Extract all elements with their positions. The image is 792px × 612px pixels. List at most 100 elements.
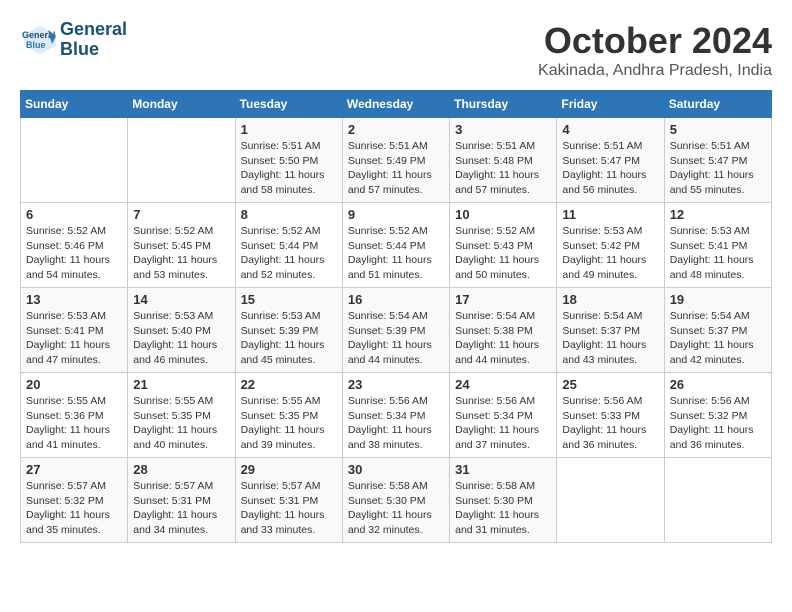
calendar-cell: 28 Sunrise: 5:57 AMSunset: 5:31 PMDayligh…	[128, 458, 235, 543]
calendar-week-row: 1Sunrise: 5:51 AMSunset: 5:50 PMDaylight…	[21, 118, 772, 203]
calendar-cell: 26 Sunrise: 5:56 AMSunset: 5:32 PMDayligh…	[664, 373, 771, 458]
day-info: Sunrise: 5:51 AMSunset: 5:48 PMDaylight:…	[455, 139, 551, 198]
calendar-cell: 24 Sunrise: 5:56 AMSunset: 5:34 PMDayligh…	[450, 373, 557, 458]
day-info: Sunrise: 5:52 AMSunset: 5:44 PMDaylight:…	[241, 224, 337, 283]
calendar-cell: 27 Sunrise: 5:57 AMSunset: 5:32 PMDayligh…	[21, 458, 128, 543]
calendar-cell: 5Sunrise: 5:51 AMSunset: 5:47 PMDaylight…	[664, 118, 771, 203]
day-info: Sunrise: 5:56 AMSunset: 5:34 PMDaylight:…	[455, 394, 551, 453]
day-info: Sunrise: 5:52 AMSunset: 5:44 PMDaylight:…	[348, 224, 444, 283]
calendar-cell: 29 Sunrise: 5:57 AMSunset: 5:31 PMDayligh…	[235, 458, 342, 543]
calendar-cell: 4 Sunrise: 5:51 AMSunset: 5:47 PMDaylight…	[557, 118, 664, 203]
day-info: Sunrise: 5:56 AMSunset: 5:32 PMDaylight:…	[670, 394, 766, 453]
calendar-cell: 13Sunrise: 5:53 AMSunset: 5:41 PMDayligh…	[21, 288, 128, 373]
calendar-table: SundayMondayTuesdayWednesdayThursdayFrid…	[20, 90, 772, 543]
calendar-header-cell: Saturday	[664, 91, 771, 118]
day-number: 23	[348, 377, 444, 392]
day-number: 3	[455, 122, 551, 137]
day-number: 28	[133, 462, 229, 477]
calendar-cell: 31Sunrise: 5:58 AMSunset: 5:30 PMDayligh…	[450, 458, 557, 543]
calendar-header-cell: Friday	[557, 91, 664, 118]
calendar-cell: 30Sunrise: 5:58 AMSunset: 5:30 PMDayligh…	[342, 458, 449, 543]
day-number: 4	[562, 122, 658, 137]
calendar-cell: 21 Sunrise: 5:55 AMSunset: 5:35 PMDayligh…	[128, 373, 235, 458]
calendar-cell: 11 Sunrise: 5:53 AMSunset: 5:42 PMDayligh…	[557, 203, 664, 288]
day-info: Sunrise: 5:54 AMSunset: 5:38 PMDaylight:…	[455, 309, 551, 368]
day-info: Sunrise: 5:53 AMSunset: 5:42 PMDaylight:…	[562, 224, 658, 283]
day-info: Sunrise: 5:55 AMSunset: 5:35 PMDaylight:…	[241, 394, 337, 453]
day-number: 21	[133, 377, 229, 392]
month-title: October 2024	[538, 20, 772, 62]
title-area: October 2024 Kakinada, Andhra Pradesh, I…	[538, 20, 772, 80]
calendar-cell	[664, 458, 771, 543]
day-number: 22	[241, 377, 337, 392]
day-info: Sunrise: 5:51 AMSunset: 5:49 PMDaylight:…	[348, 139, 444, 198]
logo-text: General Blue	[60, 20, 127, 60]
calendar-cell: 9 Sunrise: 5:52 AMSunset: 5:44 PMDaylight…	[342, 203, 449, 288]
day-number: 15	[241, 292, 337, 307]
calendar-cell: 6 Sunrise: 5:52 AMSunset: 5:46 PMDaylight…	[21, 203, 128, 288]
calendar-header-cell: Wednesday	[342, 91, 449, 118]
day-number: 7	[133, 207, 229, 222]
day-info: Sunrise: 5:57 AMSunset: 5:31 PMDaylight:…	[133, 479, 229, 538]
day-info: Sunrise: 5:57 AMSunset: 5:32 PMDaylight:…	[26, 479, 122, 538]
day-number: 14	[133, 292, 229, 307]
calendar-cell: 23 Sunrise: 5:56 AMSunset: 5:34 PMDayligh…	[342, 373, 449, 458]
day-info: Sunrise: 5:55 AMSunset: 5:35 PMDaylight:…	[133, 394, 229, 453]
day-number: 6	[26, 207, 122, 222]
day-number: 20	[26, 377, 122, 392]
calendar-cell	[128, 118, 235, 203]
calendar-cell: 19 Sunrise: 5:54 AMSunset: 5:37 PMDayligh…	[664, 288, 771, 373]
day-number: 30	[348, 462, 444, 477]
day-number: 29	[241, 462, 337, 477]
calendar-cell: 20 Sunrise: 5:55 AMSunset: 5:36 PMDayligh…	[21, 373, 128, 458]
day-info: Sunrise: 5:51 AMSunset: 5:50 PMDaylight:…	[241, 139, 337, 198]
day-info: Sunrise: 5:51 AMSunset: 5:47 PMDaylight:…	[562, 139, 658, 198]
day-info: Sunrise: 5:58 AMSunset: 5:30 PMDaylight:…	[455, 479, 551, 538]
calendar-cell: 10Sunrise: 5:52 AMSunset: 5:43 PMDayligh…	[450, 203, 557, 288]
calendar-cell: 18Sunrise: 5:54 AMSunset: 5:37 PMDayligh…	[557, 288, 664, 373]
day-info: Sunrise: 5:53 AMSunset: 5:41 PMDaylight:…	[26, 309, 122, 368]
day-number: 17	[455, 292, 551, 307]
calendar-cell: 1Sunrise: 5:51 AMSunset: 5:50 PMDaylight…	[235, 118, 342, 203]
calendar-week-row: 20 Sunrise: 5:55 AMSunset: 5:36 PMDayligh…	[21, 373, 772, 458]
day-info: Sunrise: 5:52 AMSunset: 5:43 PMDaylight:…	[455, 224, 551, 283]
day-number: 16	[348, 292, 444, 307]
day-number: 27	[26, 462, 122, 477]
day-info: Sunrise: 5:55 AMSunset: 5:36 PMDaylight:…	[26, 394, 122, 453]
day-number: 24	[455, 377, 551, 392]
day-info: Sunrise: 5:56 AMSunset: 5:33 PMDaylight:…	[562, 394, 658, 453]
day-number: 9	[348, 207, 444, 222]
calendar-cell: 14 Sunrise: 5:53 AMSunset: 5:40 PMDayligh…	[128, 288, 235, 373]
day-number: 19	[670, 292, 766, 307]
calendar-cell: 22 Sunrise: 5:55 AMSunset: 5:35 PMDayligh…	[235, 373, 342, 458]
calendar-body: 1Sunrise: 5:51 AMSunset: 5:50 PMDaylight…	[21, 118, 772, 543]
day-info: Sunrise: 5:56 AMSunset: 5:34 PMDaylight:…	[348, 394, 444, 453]
day-number: 12	[670, 207, 766, 222]
logo-icon: General Blue	[20, 22, 56, 58]
day-info: Sunrise: 5:53 AMSunset: 5:41 PMDaylight:…	[670, 224, 766, 283]
day-info: Sunrise: 5:52 AMSunset: 5:46 PMDaylight:…	[26, 224, 122, 283]
calendar-header-cell: Tuesday	[235, 91, 342, 118]
day-number: 11	[562, 207, 658, 222]
day-number: 26	[670, 377, 766, 392]
calendar-header-cell: Monday	[128, 91, 235, 118]
day-info: Sunrise: 5:52 AMSunset: 5:45 PMDaylight:…	[133, 224, 229, 283]
day-number: 18	[562, 292, 658, 307]
day-info: Sunrise: 5:54 AMSunset: 5:37 PMDaylight:…	[670, 309, 766, 368]
calendar-cell: 16 Sunrise: 5:54 AMSunset: 5:39 PMDayligh…	[342, 288, 449, 373]
calendar-cell: 17 Sunrise: 5:54 AMSunset: 5:38 PMDayligh…	[450, 288, 557, 373]
location-title: Kakinada, Andhra Pradesh, India	[538, 62, 772, 80]
calendar-cell: 7 Sunrise: 5:52 AMSunset: 5:45 PMDaylight…	[128, 203, 235, 288]
day-info: Sunrise: 5:53 AMSunset: 5:40 PMDaylight:…	[133, 309, 229, 368]
day-info: Sunrise: 5:54 AMSunset: 5:39 PMDaylight:…	[348, 309, 444, 368]
day-info: Sunrise: 5:57 AMSunset: 5:31 PMDaylight:…	[241, 479, 337, 538]
calendar-cell: 8 Sunrise: 5:52 AMSunset: 5:44 PMDaylight…	[235, 203, 342, 288]
svg-text:Blue: Blue	[26, 40, 46, 50]
calendar-header-cell: Sunday	[21, 91, 128, 118]
day-number: 8	[241, 207, 337, 222]
header: General Blue General Blue October 2024 K…	[20, 20, 772, 80]
calendar-cell	[21, 118, 128, 203]
calendar-cell: 15Sunrise: 5:53 AMSunset: 5:39 PMDayligh…	[235, 288, 342, 373]
day-number: 25	[562, 377, 658, 392]
calendar-week-row: 6 Sunrise: 5:52 AMSunset: 5:46 PMDaylight…	[21, 203, 772, 288]
